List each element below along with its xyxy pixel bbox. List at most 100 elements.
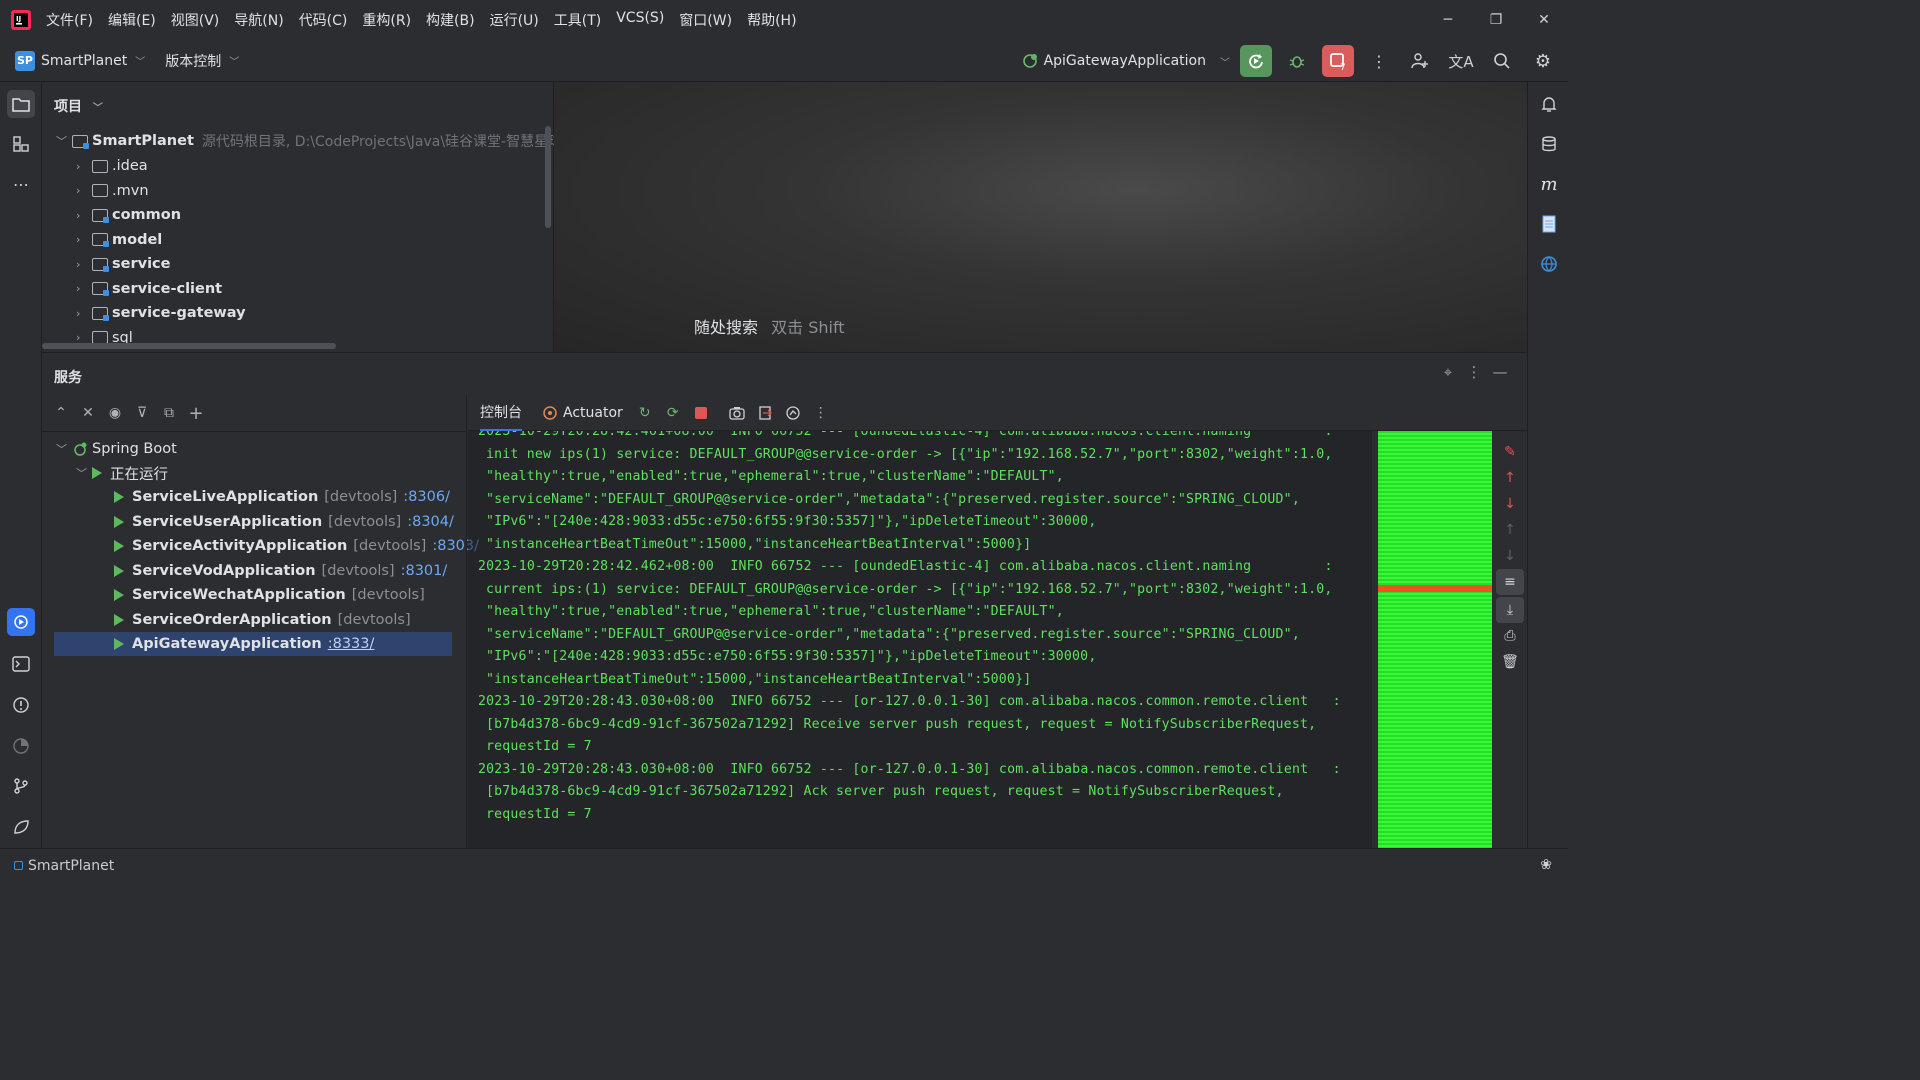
- crosshair-icon[interactable]: ⌖: [1435, 363, 1461, 381]
- chevron-down-icon[interactable]: ﹀: [56, 441, 72, 457]
- maven-icon[interactable]: m: [1535, 170, 1563, 198]
- more-horizontal-icon[interactable]: ⋯: [7, 170, 35, 198]
- services-icon[interactable]: [7, 608, 35, 636]
- tree-item[interactable]: › .idea: [76, 154, 148, 178]
- project-panel-header[interactable]: 项目 ﹀: [54, 96, 103, 116]
- filter-icon[interactable]: ⊽: [129, 400, 155, 426]
- tree-item[interactable]: › service-client: [76, 277, 222, 301]
- intellij-logo-icon[interactable]: IJ: [10, 9, 32, 31]
- tree-group-spring-boot[interactable]: ﹀ Spring Boot: [56, 437, 177, 461]
- service-port-link[interactable]: :8333/: [328, 636, 375, 652]
- document-icon[interactable]: [1535, 210, 1563, 238]
- chevron-down-icon[interactable]: ﹀: [93, 103, 103, 114]
- database-icon[interactable]: [1535, 130, 1563, 158]
- minimize-icon[interactable]: ─: [1424, 0, 1472, 40]
- chevron-down-icon[interactable]: ﹀: [135, 53, 145, 68]
- chevron-right-icon[interactable]: ›: [76, 282, 92, 295]
- chevron-right-icon[interactable]: ›: [76, 209, 92, 222]
- service-app-row[interactable]: ServiceOrderApplication [devtools]: [114, 608, 411, 632]
- menu-item[interactable]: 运行(U): [490, 10, 539, 30]
- menu-item[interactable]: 编辑(E): [108, 10, 156, 30]
- eye-icon[interactable]: ◉: [102, 400, 128, 426]
- chevron-right-icon[interactable]: ›: [76, 258, 92, 271]
- chevron-right-icon[interactable]: ›: [76, 160, 92, 173]
- service-app-row[interactable]: ApiGatewayApplication:8333/: [54, 632, 452, 656]
- add-user-icon[interactable]: [1404, 45, 1436, 77]
- more-vertical-icon[interactable]: ⋮: [1363, 45, 1395, 77]
- service-app-row[interactable]: ServiceUserApplication [devtools]:8304/: [114, 510, 454, 534]
- stop-all-button[interactable]: 7: [1322, 45, 1354, 77]
- profiler-icon[interactable]: [7, 732, 35, 760]
- folder-icon[interactable]: [7, 90, 35, 118]
- tree-root[interactable]: ﹀ SmartPlanet 源代码根目录, D:\CodeProjects\Ja…: [56, 129, 567, 153]
- scroll-down-icon[interactable]: ↓: [1496, 543, 1524, 569]
- rerun-icon[interactable]: ↻: [631, 399, 659, 427]
- endpoints-icon[interactable]: [1535, 250, 1563, 278]
- exit-icon[interactable]: [751, 399, 779, 427]
- tree-group-running[interactable]: ﹀ 正在运行: [76, 461, 168, 485]
- camera-icon[interactable]: [723, 399, 751, 427]
- tree-item[interactable]: › .mvn: [76, 179, 149, 203]
- menu-item[interactable]: 工具(T): [554, 10, 601, 30]
- menu-item[interactable]: VCS(S): [616, 10, 664, 30]
- chevron-right-icon[interactable]: ›: [76, 184, 92, 197]
- clear-highlight-icon[interactable]: ✎: [1496, 439, 1524, 465]
- tree-item[interactable]: › common: [76, 203, 181, 227]
- stop-icon[interactable]: [687, 399, 715, 427]
- tree-item[interactable]: › service: [76, 252, 170, 276]
- scroll-to-end-icon[interactable]: ⤓: [1496, 597, 1524, 623]
- debug-button[interactable]: [1281, 45, 1313, 77]
- hide-panel-icon[interactable]: —: [1487, 363, 1513, 381]
- service-app-row[interactable]: ServiceWechatApplication [devtools]: [114, 583, 425, 607]
- trash-icon[interactable]: 🗑: [1496, 649, 1524, 675]
- close-icon[interactable]: ✕: [1520, 0, 1568, 40]
- chevron-right-icon[interactable]: ›: [76, 233, 92, 246]
- chevron-right-icon[interactable]: ›: [76, 307, 92, 320]
- chevron-down-icon[interactable]: ﹀: [56, 133, 72, 149]
- service-port-link[interactable]: :8301/: [401, 563, 448, 579]
- menu-item[interactable]: 构建(B): [426, 10, 475, 30]
- project-selector[interactable]: SmartPlanet: [41, 53, 127, 69]
- problems-icon[interactable]: [7, 691, 35, 719]
- tree-item[interactable]: › service-gateway: [76, 301, 246, 325]
- profiler-attach-icon[interactable]: [779, 399, 807, 427]
- arrow-down-icon[interactable]: ↓: [1496, 491, 1524, 517]
- leaf-icon[interactable]: [7, 813, 35, 841]
- arrow-up-icon[interactable]: ↑: [1496, 465, 1524, 491]
- chevron-down-icon[interactable]: ﹀: [229, 53, 239, 68]
- restart-icon[interactable]: ⟳: [659, 399, 687, 427]
- service-app-row[interactable]: ServiceActivityApplication [devtools]:830…: [114, 534, 479, 558]
- vertical-scrollbar[interactable]: [545, 126, 551, 228]
- rerun-button[interactable]: [1240, 45, 1272, 77]
- collapse-all-icon[interactable]: ✕: [75, 400, 101, 426]
- print-icon[interactable]: ⎙: [1496, 623, 1524, 649]
- tab-actuator[interactable]: Actuator: [542, 405, 623, 421]
- console-minimap[interactable]: [1378, 431, 1492, 849]
- service-port-link[interactable]: :8306/: [403, 489, 450, 505]
- add-icon[interactable]: +: [183, 400, 209, 426]
- structure-icon[interactable]: [7, 130, 35, 158]
- menu-item[interactable]: 文件(F): [46, 10, 93, 30]
- service-app-row[interactable]: ServiceLiveApplication [devtools]:8306/: [114, 485, 450, 509]
- menu-item[interactable]: 代码(C): [299, 10, 348, 30]
- paw-icon[interactable]: ❀: [1540, 857, 1552, 873]
- tree-item[interactable]: › model: [76, 228, 162, 252]
- menu-item[interactable]: 导航(N): [234, 10, 283, 30]
- bell-icon[interactable]: [1535, 90, 1563, 118]
- menu-item[interactable]: 视图(V): [171, 10, 220, 30]
- search-icon[interactable]: [1486, 45, 1518, 77]
- service-port-link[interactable]: :8304/: [407, 514, 454, 530]
- more-vertical-icon[interactable]: ⋮: [1461, 363, 1487, 381]
- gear-icon[interactable]: ⚙: [1527, 45, 1559, 77]
- new-tab-icon[interactable]: ⧉: [156, 400, 182, 426]
- run-config-selector[interactable]: ApiGatewayApplication: [1044, 53, 1206, 69]
- more-vertical-icon[interactable]: ⋮: [807, 399, 835, 427]
- restore-icon[interactable]: ❐: [1472, 0, 1520, 40]
- menu-item[interactable]: 帮助(H): [747, 10, 796, 30]
- git-branch-icon[interactable]: [7, 772, 35, 800]
- horizontal-scrollbar[interactable]: [42, 343, 336, 349]
- service-app-row[interactable]: ServiceVodApplication [devtools]:8301/: [114, 559, 447, 583]
- menu-item[interactable]: 重构(R): [362, 10, 411, 30]
- tab-console[interactable]: 控制台: [480, 395, 522, 431]
- translate-icon[interactable]: 文A: [1445, 45, 1477, 77]
